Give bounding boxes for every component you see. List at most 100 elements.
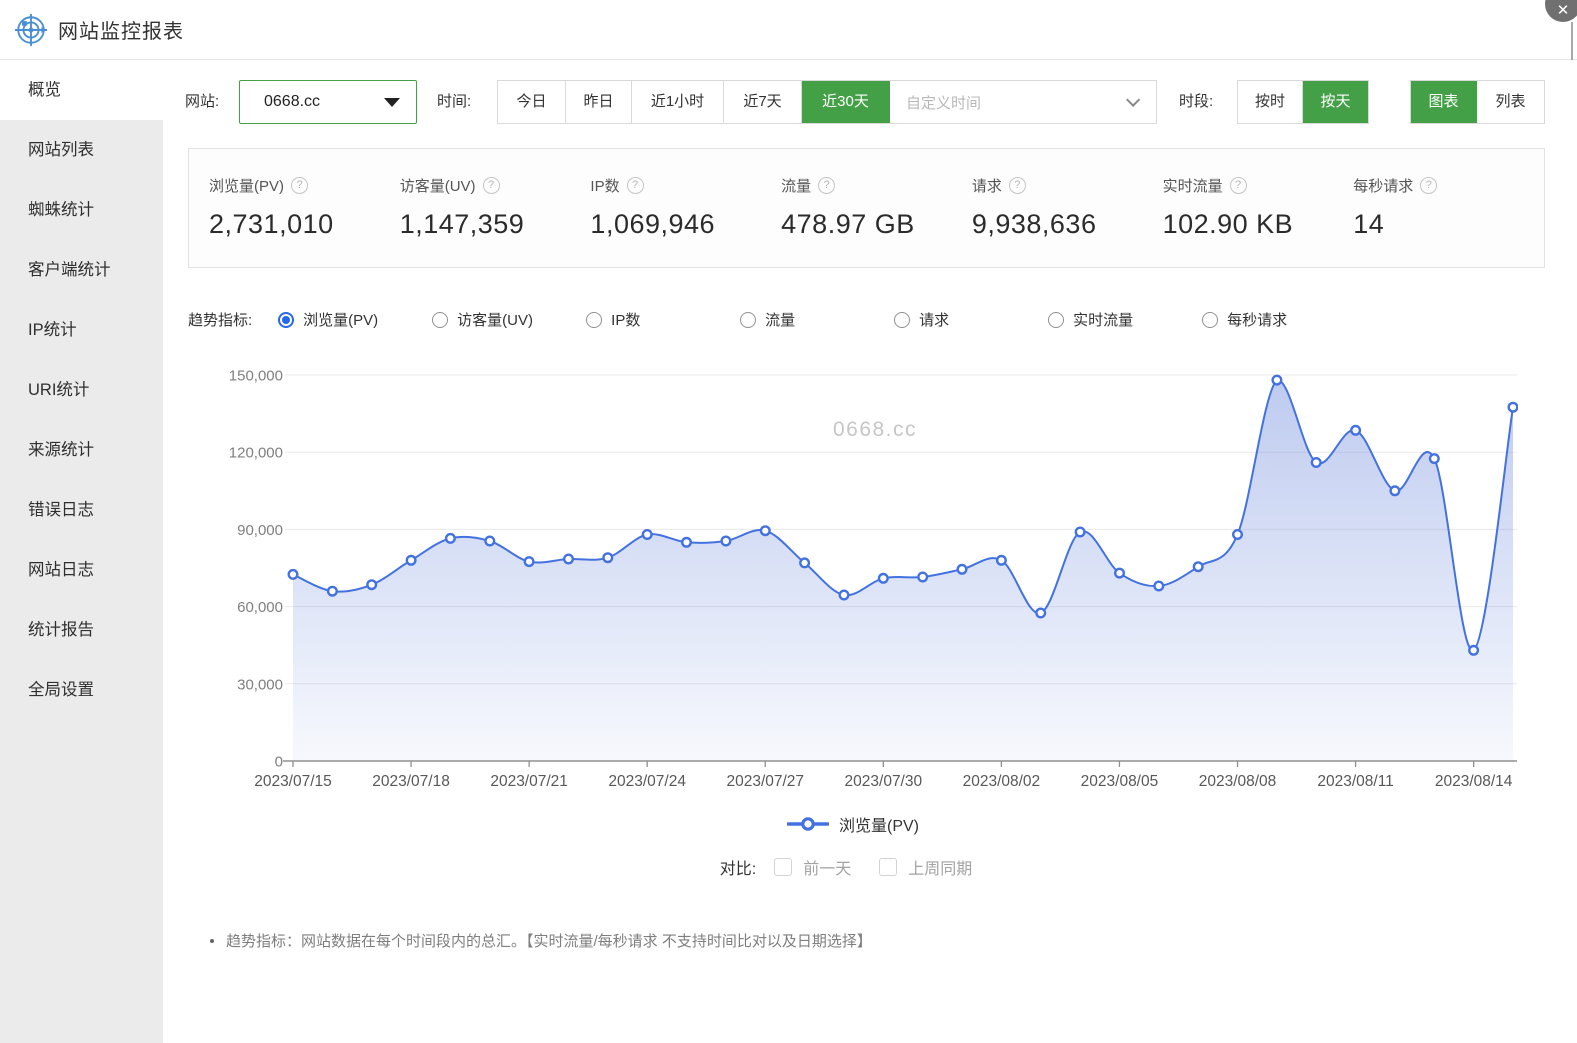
sidebar-item-1[interactable]: 概览 [0, 60, 163, 120]
period-option-1[interactable]: 按时 [1238, 81, 1303, 123]
stat-card-2: 访客量(UV)?1,147,359 [400, 175, 591, 267]
stat-label-row: 流量? [781, 175, 972, 196]
stat-label: 浏览量(PV) [209, 175, 284, 196]
chart-legend: 浏览量(PV) [188, 812, 1518, 836]
sidebar-item-9[interactable]: 网站日志 [0, 540, 163, 600]
help-icon[interactable]: ? [483, 177, 500, 194]
trend-option-label: 每秒请求 [1227, 309, 1287, 330]
compare-label: 对比: [720, 855, 756, 879]
sidebar-item-10[interactable]: 统计报告 [0, 600, 163, 660]
svg-text:2023/07/21: 2023/07/21 [490, 773, 568, 790]
radio-icon[interactable] [1048, 312, 1064, 328]
radio-checked-icon[interactable] [278, 312, 294, 328]
svg-text:2023/07/15: 2023/07/15 [254, 773, 332, 790]
trend-option-label: 浏览量(PV) [303, 309, 378, 330]
trend-indicator-label: 趋势指标: [188, 309, 252, 330]
svg-text:2023/08/05: 2023/08/05 [1081, 773, 1159, 790]
view-toggle-segmented-control: 图表列表 [1410, 80, 1545, 124]
radio-icon[interactable] [740, 312, 756, 328]
help-icon[interactable]: ? [291, 177, 308, 194]
stat-value: 14 [1353, 209, 1544, 240]
custom-time-dropdown[interactable]: 自定义时间 [890, 81, 1156, 123]
radio-icon[interactable] [586, 312, 602, 328]
help-icon[interactable]: ? [1230, 177, 1247, 194]
time-option-1[interactable]: 今日 [498, 81, 566, 123]
page-title: 网站监控报表 [58, 15, 184, 44]
stat-card-4: 流量?478.97 GB [781, 175, 972, 267]
sidebar-item-11[interactable]: 全局设置 [0, 660, 163, 720]
stat-label-row: 实时流量? [1163, 175, 1354, 196]
view-option-1[interactable]: 图表 [1411, 81, 1477, 123]
compare-option-label: 前一天 [803, 855, 851, 879]
stat-label-row: 浏览量(PV)? [209, 175, 400, 196]
trend-option-2[interactable]: 访客量(UV) [432, 309, 586, 330]
trend-option-3[interactable]: IP数 [586, 309, 740, 330]
period-option-2[interactable]: 按天 [1303, 81, 1368, 123]
stat-value: 9,938,636 [972, 209, 1163, 240]
time-range-segmented-control: 今日昨日近1小时近7天近30天自定义时间 [497, 80, 1157, 124]
sidebar-item-2[interactable]: 网站列表 [0, 120, 163, 180]
stat-value: 102.90 KB [1163, 209, 1354, 240]
sidebar: 概览网站列表蜘蛛统计客户端统计IP统计URI统计来源统计错误日志网站日志统计报告… [0, 60, 163, 1043]
trend-option-5[interactable]: 请求 [894, 309, 1048, 330]
svg-text:30,000: 30,000 [237, 676, 283, 693]
trend-option-1[interactable]: 浏览量(PV) [278, 309, 432, 330]
svg-text:2023/08/08: 2023/08/08 [1199, 773, 1277, 790]
help-icon[interactable]: ? [818, 177, 835, 194]
stat-card-5: 请求? 9,938,636 [972, 175, 1163, 267]
main-content: 网站: 0668.cc 时间: 今日昨日近1小时近7天近30天自定义时间 时段:… [163, 60, 1577, 1043]
checkbox-icon[interactable] [879, 858, 897, 876]
trend-option-label: 实时流量 [1073, 309, 1133, 330]
radio-icon[interactable] [1202, 312, 1218, 328]
svg-text:0668.cc: 0668.cc [833, 418, 917, 441]
stat-card-1: 浏览量(PV)?2,731,010 [209, 175, 400, 267]
stat-card-7: 每秒请求? 14 [1353, 175, 1544, 267]
help-icon[interactable]: ? [1009, 177, 1026, 194]
stat-card-6: 实时流量? 102.90 KB [1163, 175, 1354, 267]
help-icon[interactable]: ? [1420, 177, 1437, 194]
custom-time-placeholder: 自定义时间 [906, 92, 981, 113]
filter-bar: 网站: 0668.cc 时间: 今日昨日近1小时近7天近30天自定义时间 时段:… [163, 80, 1577, 124]
svg-text:2023/08/02: 2023/08/02 [963, 773, 1041, 790]
stat-label: IP数 [590, 175, 619, 196]
time-option-3[interactable]: 近1小时 [632, 81, 724, 123]
sidebar-item-7[interactable]: 来源统计 [0, 420, 163, 480]
trend-option-6[interactable]: 实时流量 [1048, 309, 1202, 330]
view-option-2[interactable]: 列表 [1477, 81, 1544, 123]
svg-text:120,000: 120,000 [229, 445, 283, 462]
compare-row: 对比: 前一天 上周同期 [188, 855, 1518, 879]
sidebar-item-3[interactable]: 蜘蛛统计 [0, 180, 163, 240]
stat-card-3: IP数?1,069,946 [590, 175, 781, 267]
trend-radio-group: 浏览量(PV) 访客量(UV) IP数 流量 请求 实时流量 每秒请求 [278, 309, 1356, 330]
svg-text:2023/07/24: 2023/07/24 [608, 773, 686, 790]
site-select[interactable]: 0668.cc [239, 80, 417, 124]
stat-label-row: 每秒请求? [1353, 175, 1544, 196]
sidebar-item-8[interactable]: 错误日志 [0, 480, 163, 540]
help-icon[interactable]: ? [627, 177, 644, 194]
stat-label: 请求 [972, 175, 1002, 196]
trend-option-7[interactable]: 每秒请求 [1202, 309, 1356, 330]
period-segmented-control: 按时按天 [1237, 80, 1369, 124]
svg-text:0: 0 [275, 754, 283, 771]
radio-icon[interactable] [894, 312, 910, 328]
time-option-4[interactable]: 近7天 [724, 81, 802, 123]
app-header: 网站监控报表 [0, 0, 1577, 60]
sidebar-item-5[interactable]: IP统计 [0, 300, 163, 360]
legend-item-pv[interactable]: 浏览量(PV) [787, 812, 919, 836]
footnote-text: 趋势指标：网站数据在每个时间段内的总汇。【实时流量/每秒请求 不支持时间比对以及… [226, 930, 872, 951]
chevron-down-icon [1126, 93, 1140, 107]
sidebar-item-4[interactable]: 客户端统计 [0, 240, 163, 300]
radio-icon[interactable] [432, 312, 448, 328]
time-option-2[interactable]: 昨日 [566, 81, 632, 123]
sidebar-item-6[interactable]: URI统计 [0, 360, 163, 420]
trend-option-label: IP数 [611, 309, 640, 330]
svg-text:60,000: 60,000 [237, 599, 283, 616]
trend-option-4[interactable]: 流量 [740, 309, 894, 330]
time-option-5[interactable]: 近30天 [802, 81, 890, 123]
compare-option-1[interactable]: 前一天 [774, 855, 851, 879]
trend-chart-svg[interactable]: 030,00060,00090,000120,000150,0000668.cc… [188, 358, 1518, 793]
compare-option-2[interactable]: 上周同期 [879, 855, 972, 879]
trend-option-label: 请求 [919, 309, 949, 330]
checkbox-icon[interactable] [774, 858, 792, 876]
monitor-target-icon [14, 13, 48, 47]
